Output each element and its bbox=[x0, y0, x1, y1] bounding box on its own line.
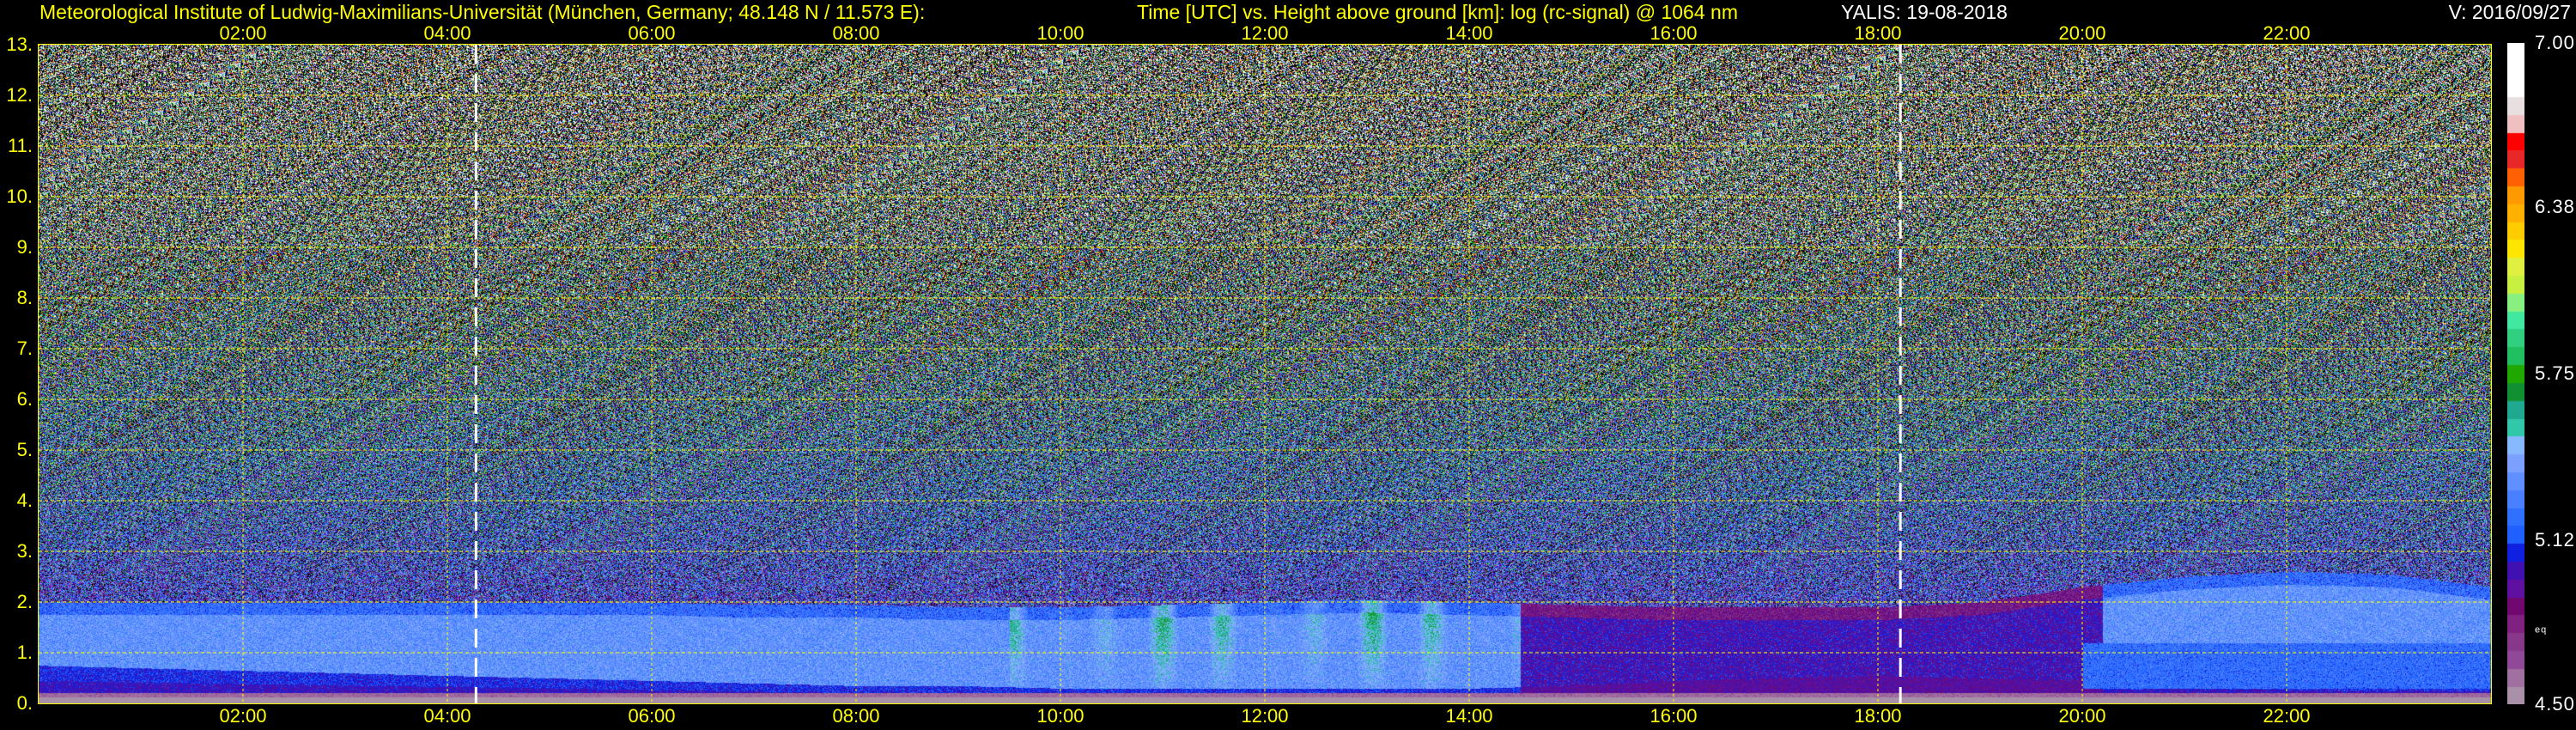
x-tick-label-top: 02:00 bbox=[219, 22, 267, 44]
y-tick-label: 5. bbox=[16, 439, 33, 460]
y-tick-label: 11. bbox=[8, 135, 33, 156]
y-tick-label: 4. bbox=[16, 490, 33, 511]
x-tick-label-top: 20:00 bbox=[2058, 22, 2106, 44]
x-tick-label-bottom: 04:00 bbox=[423, 705, 471, 727]
x-tick-label-bottom: 22:00 bbox=[2263, 705, 2311, 727]
y-tick-label: 1. bbox=[16, 642, 33, 663]
y-tick-label: 8. bbox=[16, 287, 33, 308]
x-tick-label-bottom: 12:00 bbox=[1241, 705, 1289, 727]
x-tick-label-bottom: 14:00 bbox=[1445, 705, 1493, 727]
x-tick-label-top: 22:00 bbox=[2263, 22, 2311, 44]
colorbar bbox=[2507, 43, 2524, 704]
lidar-heatmap-plot bbox=[38, 44, 2492, 704]
x-tick-label-top: 14:00 bbox=[1445, 22, 1493, 44]
y-tick-label: 7. bbox=[16, 338, 33, 359]
x-tick-label-top: 12:00 bbox=[1241, 22, 1289, 44]
x-tick-label-top: 18:00 bbox=[1854, 22, 1902, 44]
x-tick-label-bottom: 10:00 bbox=[1036, 705, 1084, 727]
institute-label: Meteorological Institute of Ludwig-Maxim… bbox=[39, 1, 926, 23]
x-tick-label-bottom: 02:00 bbox=[219, 705, 267, 727]
x-tick-label-top: 16:00 bbox=[1649, 22, 1698, 44]
x-tick-label-top: 04:00 bbox=[423, 22, 471, 44]
y-tick-label: 0. bbox=[16, 692, 33, 714]
x-tick-label-bottom: 18:00 bbox=[1854, 705, 1902, 727]
colorbar-tick-label: 6.38 bbox=[2535, 195, 2575, 217]
plot-title: Time [UTC] vs. Height above ground [km]:… bbox=[1137, 1, 1738, 23]
x-tick-label-bottom: 06:00 bbox=[628, 705, 676, 727]
x-tick-label-bottom: 08:00 bbox=[832, 705, 880, 727]
colorbar-note: eq bbox=[2535, 624, 2548, 636]
x-tick-label-top: 10:00 bbox=[1036, 22, 1084, 44]
y-tick-label: 13. bbox=[6, 33, 33, 55]
colorbar-tick-label: 7.00 bbox=[2535, 32, 2575, 53]
colorbar-tick-label: 5.75 bbox=[2535, 362, 2575, 384]
version-label: V: 2016/09/27 bbox=[2448, 1, 2571, 23]
x-tick-label-bottom: 16:00 bbox=[1649, 705, 1698, 727]
y-tick-label: 9. bbox=[16, 236, 33, 258]
y-tick-label: 10. bbox=[6, 186, 33, 207]
colorbar-tick-label: 5.12 bbox=[2535, 529, 2575, 551]
y-tick-label: 3. bbox=[16, 540, 33, 562]
x-tick-label-bottom: 20:00 bbox=[2058, 705, 2106, 727]
y-tick-label: 2. bbox=[16, 591, 33, 612]
instrument-date-label: YALIS: 19-08-2018 bbox=[1841, 1, 2008, 23]
x-tick-label-top: 06:00 bbox=[628, 22, 676, 44]
grid-overlay bbox=[39, 45, 2491, 703]
y-tick-label: 12. bbox=[6, 84, 33, 106]
y-tick-label: 6. bbox=[16, 388, 33, 410]
colorbar-tick-label: 4.50 bbox=[2535, 693, 2575, 715]
x-tick-label-top: 08:00 bbox=[832, 22, 880, 44]
